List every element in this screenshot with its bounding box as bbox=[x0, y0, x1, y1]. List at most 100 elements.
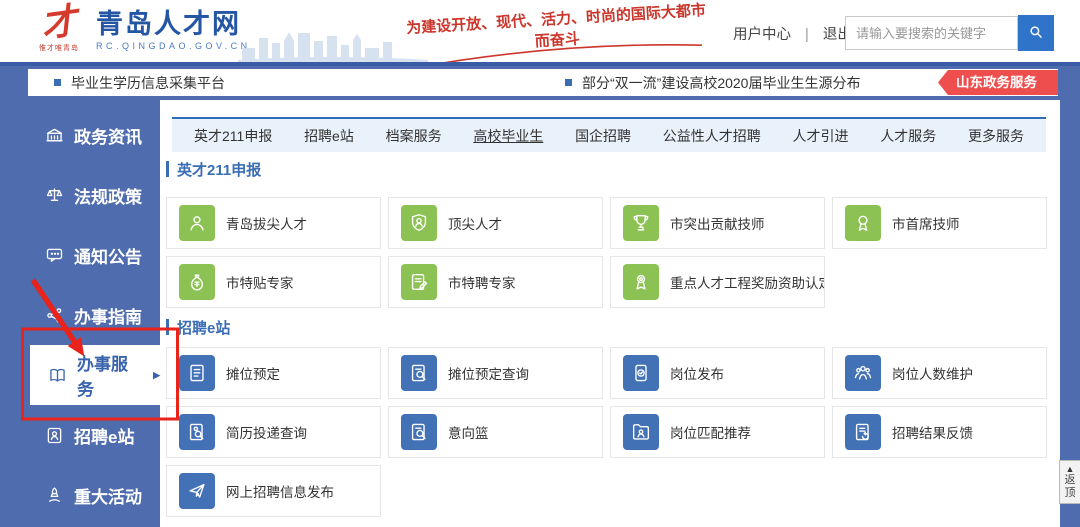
service-card[interactable]: 岗位人数维护 bbox=[832, 347, 1047, 399]
divider: | bbox=[805, 27, 809, 43]
service-card-label: 摊位预定查询 bbox=[448, 363, 529, 383]
tab-item[interactable]: 档案服务 bbox=[386, 126, 442, 146]
tab-item[interactable]: 更多服务 bbox=[968, 126, 1024, 146]
trophy-icon bbox=[623, 205, 659, 241]
site-name: 青岛人才网 bbox=[96, 9, 251, 39]
torch-icon bbox=[44, 485, 65, 506]
building-icon bbox=[44, 125, 65, 146]
tab-item[interactable]: 人才引进 bbox=[793, 126, 849, 146]
nodes-icon bbox=[44, 305, 65, 326]
tab-bar: 英才211申报 招聘e站 档案服务 高校毕业生 国企招聘 公益性人才招聘 人才引进 人才服务 更… bbox=[172, 117, 1046, 152]
service-card[interactable]: 摊位预定 bbox=[166, 347, 381, 399]
service-card-label: 市特聘专家 bbox=[448, 272, 516, 292]
sidebar-item-recruit-e[interactable]: 招聘e站 bbox=[0, 405, 160, 465]
back-to-top-label: 返顶 bbox=[1060, 474, 1080, 500]
sub-banner: 毕业生学历信息采集平台 部分“双一流”建设高校2020届毕业生生源分布 山东政务服… bbox=[0, 62, 1080, 100]
service-card[interactable]: 市特聘专家 bbox=[388, 256, 603, 308]
section-title-text: 招聘e站 bbox=[177, 317, 230, 338]
service-card-label: 顶尖人才 bbox=[448, 213, 502, 233]
doc-pen-icon bbox=[401, 264, 437, 300]
tab-item[interactable]: 高校毕业生 bbox=[473, 126, 543, 146]
folder-person-icon bbox=[623, 414, 659, 450]
people-group-icon bbox=[845, 355, 881, 391]
sidebar-item-activities[interactable]: 重大活动 bbox=[0, 465, 160, 525]
tab-item[interactable]: 国企招聘 bbox=[575, 126, 631, 146]
square-bullet-icon bbox=[54, 79, 61, 86]
service-card[interactable]: 招聘结果反馈 bbox=[832, 406, 1047, 458]
section-title-text: 英才211申报 bbox=[177, 159, 261, 180]
city-slogan: 为建设开放、现代、活力、时尚的国际大都市而奋斗 bbox=[401, 0, 714, 71]
sidebar-item-policies[interactable]: 法规政策 bbox=[0, 165, 160, 225]
logo[interactable]: 才 惟才唯青岛 bbox=[30, 4, 88, 53]
sidebar-item-notices[interactable]: 通知公告 bbox=[0, 225, 160, 285]
doc-feedback-icon bbox=[845, 414, 881, 450]
card-grid: 青岛拔尖人才 顶尖人才 市突出贡献技师 市首席技师市特贴专家 市特聘专家 重点人才工程奖励… bbox=[166, 197, 1054, 308]
service-card[interactable]: 简历投递查询 bbox=[166, 406, 381, 458]
shield-person-icon bbox=[401, 205, 437, 241]
money-bag-icon bbox=[179, 264, 215, 300]
chat-icon bbox=[44, 245, 65, 266]
service-card-label: 岗位发布 bbox=[670, 363, 724, 383]
sidebar-item-label: 通知公告 bbox=[74, 243, 142, 268]
up-triangle-icon: ▲ bbox=[1060, 464, 1080, 474]
search-icon bbox=[1027, 23, 1045, 44]
tab-item[interactable]: 公益性人才招聘 bbox=[663, 126, 761, 146]
service-card-label: 重点人才工程奖励资助认定 bbox=[670, 272, 825, 292]
service-card[interactable]: 网上招聘信息发布 bbox=[166, 465, 381, 517]
service-card[interactable]: 岗位发布 bbox=[610, 347, 825, 399]
service-card[interactable]: 重点人才工程奖励资助认定 bbox=[610, 256, 825, 308]
banner-links: 毕业生学历信息采集平台 部分“双一流”建设高校2020届毕业生生源分布 bbox=[28, 69, 1058, 96]
header: 才 惟才唯青岛 青岛人才网 RC.QINGDAO.GOV.CN bbox=[0, 0, 1080, 62]
service-card[interactable]: 市首席技师 bbox=[832, 197, 1047, 249]
service-card-label: 市特贴专家 bbox=[226, 272, 294, 292]
service-card[interactable]: 顶尖人才 bbox=[388, 197, 603, 249]
banner-link[interactable]: 毕业生学历信息采集平台 bbox=[54, 73, 225, 93]
back-to-top-button[interactable]: ▲ 返顶 bbox=[1059, 460, 1080, 504]
banner-link-label: 部分“双一流”建设高校2020届毕业生生源分布 bbox=[582, 73, 860, 93]
sidebar-item-services[interactable]: 办事服务 ▶ bbox=[30, 345, 160, 405]
section-title: 英才211申报 bbox=[166, 160, 261, 178]
service-card-label: 摊位预定 bbox=[226, 363, 280, 383]
square-bullet-icon bbox=[565, 79, 572, 86]
doc-person-icon bbox=[44, 425, 65, 446]
person-icon bbox=[179, 205, 215, 241]
service-card-label: 市突出贡献技师 bbox=[670, 213, 765, 233]
user-center-link[interactable]: 用户中心 bbox=[733, 27, 791, 43]
service-card-label: 网上招聘信息发布 bbox=[226, 481, 334, 501]
sidebar-item-guide[interactable]: 办事指南 bbox=[0, 285, 160, 345]
service-card-label: 市首席技师 bbox=[892, 213, 960, 233]
service-card-label: 意向篮 bbox=[448, 422, 489, 442]
medal-icon bbox=[845, 205, 881, 241]
site-url: RC.QINGDAO.GOV.CN bbox=[96, 41, 251, 51]
site-title-block[interactable]: 青岛人才网 RC.QINGDAO.GOV.CN bbox=[96, 9, 251, 51]
sidebar-item-label: 法规政策 bbox=[74, 183, 142, 208]
tab-item[interactable]: 招聘e站 bbox=[304, 126, 354, 146]
search-box bbox=[845, 15, 1054, 51]
sidebar-item-gov-news[interactable]: 政务资讯 bbox=[0, 105, 160, 165]
service-card[interactable]: 市特贴专家 bbox=[166, 256, 381, 308]
sidebar-item-label: 政务资讯 bbox=[74, 123, 142, 148]
service-card[interactable]: 岗位匹配推荐 bbox=[610, 406, 825, 458]
banner-link[interactable]: 部分“双一流”建设高校2020届毕业生生源分布 bbox=[565, 73, 860, 93]
section-title: 招聘e站 bbox=[166, 318, 230, 336]
sidebar-item-label: 办事服务 bbox=[77, 350, 139, 400]
main-content: 英才211申报招聘e站档案服务高校毕业生国企招聘公益性人才招聘人才引进人才服务更… bbox=[160, 100, 1060, 527]
search-button[interactable] bbox=[1018, 15, 1054, 51]
search-input[interactable] bbox=[845, 16, 1018, 50]
service-card[interactable]: 市突出贡献技师 bbox=[610, 197, 825, 249]
scales-icon bbox=[44, 185, 65, 206]
shandong-gov-badge[interactable]: 山东政务服务网 bbox=[938, 70, 1058, 95]
page: 才 惟才唯青岛 青岛人才网 RC.QINGDAO.GOV.CN bbox=[0, 0, 1080, 527]
tablet-check-icon bbox=[623, 355, 659, 391]
tab-item[interactable]: 人才服务 bbox=[880, 126, 936, 146]
award-ribbon-icon bbox=[623, 264, 659, 300]
service-card-label: 招聘结果反馈 bbox=[892, 422, 973, 442]
service-card[interactable]: 青岛拔尖人才 bbox=[166, 197, 381, 249]
section-bar bbox=[166, 319, 169, 335]
sidebar-item-label: 办事指南 bbox=[74, 303, 142, 328]
doc-search-icon bbox=[401, 355, 437, 391]
caret-right-icon: ▶ bbox=[153, 370, 160, 381]
service-card[interactable]: 摊位预定查询 bbox=[388, 347, 603, 399]
tab-item[interactable]: 英才211申报 bbox=[194, 126, 272, 146]
service-card[interactable]: 意向篮 bbox=[388, 406, 603, 458]
